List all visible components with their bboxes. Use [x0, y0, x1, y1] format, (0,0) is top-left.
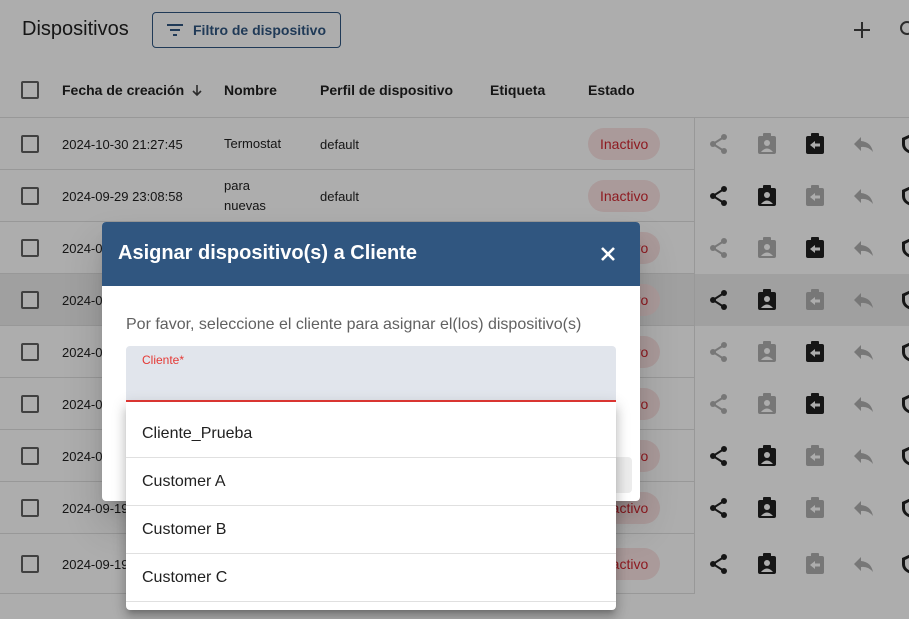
dialog-title: Asignar dispositivo(s) a Cliente: [118, 242, 417, 264]
customer-autocomplete-panel: Cliente_Prueba Customer A Customer B Cus…: [126, 402, 616, 610]
customer-option[interactable]: Cliente_Prueba: [126, 410, 616, 458]
close-button[interactable]: [596, 242, 620, 266]
customer-field[interactable]: Cliente*: [126, 346, 616, 402]
customer-option[interactable]: Customer C: [126, 554, 616, 602]
customer-input[interactable]: [142, 370, 600, 394]
customer-option[interactable]: Customer B: [126, 506, 616, 554]
dialog-description: Por favor, seleccione el cliente para as…: [126, 316, 582, 333]
customer-option[interactable]: Customer A: [126, 458, 616, 506]
customer-field-label: Cliente*: [142, 353, 185, 367]
close-icon: [601, 247, 615, 261]
dialog-header: Asignar dispositivo(s) a Cliente: [102, 222, 640, 286]
